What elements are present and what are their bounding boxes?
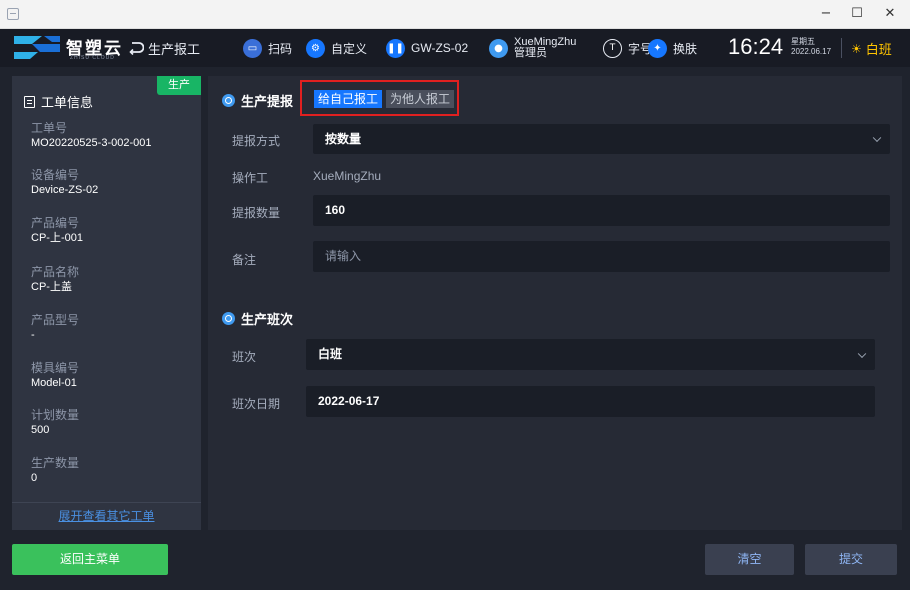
scan-icon: ▭	[243, 38, 262, 58]
status-badge: 生产	[157, 76, 201, 95]
field-label: 产品名称	[31, 265, 80, 279]
shift-date-label: 班次日期	[232, 397, 281, 411]
section-icon	[222, 312, 235, 325]
field-value: CP-上-001	[31, 232, 83, 244]
shift-label: 白班	[865, 42, 892, 57]
report-qty-value: 160	[325, 203, 346, 217]
custom-button[interactable]: ⚙ 自定义	[306, 37, 367, 59]
date: 2022.06.17	[791, 47, 832, 56]
report-method-value: 按数量	[325, 132, 362, 146]
chevron-down-icon	[857, 349, 867, 358]
remark-label: 备注	[232, 253, 257, 267]
app-window-icon	[7, 8, 19, 20]
clear-button[interactable]: 清空	[705, 544, 794, 575]
operator-value: XueMingZhu	[313, 169, 382, 183]
chevron-down-icon	[872, 133, 882, 143]
remark-input[interactable]: 请输入	[313, 241, 890, 272]
shift-select[interactable]: 白班	[306, 339, 875, 370]
window-titlebar: − ☐ ✕	[0, 0, 910, 29]
field-value: 0	[31, 472, 38, 484]
user-role: 管理员	[514, 47, 547, 59]
work-order-panel: 生产 工单信息 工单号 MO20220525-3-002-001 设备编号 De…	[12, 76, 201, 530]
user-menu[interactable]: ● XueMingZhu 管理员	[489, 37, 576, 59]
minimize-button[interactable]: −	[814, 4, 838, 24]
field-product-name: 产品名称 CP-上盖	[31, 265, 79, 295]
field-value: -	[31, 329, 35, 341]
page-title: 生产报工	[148, 41, 201, 57]
field-value: 500	[31, 424, 50, 436]
remark-placeholder: 请输入	[325, 249, 362, 263]
user-icon: ●	[489, 38, 508, 58]
tab-report-others[interactable]: 为他人报工	[386, 90, 455, 108]
field-product-model: 产品型号 -	[31, 313, 79, 343]
skin-button[interactable]: ✦ 换肤	[648, 37, 697, 59]
field-label: 产品编号	[31, 216, 80, 230]
header-divider	[841, 38, 842, 58]
field-value: MO20220525-3-002-001	[31, 137, 152, 149]
maximize-button[interactable]: ☐	[845, 4, 869, 24]
shift-value: 白班	[318, 347, 343, 361]
divider	[12, 502, 201, 503]
logo-icon	[14, 36, 60, 59]
report-qty-label: 提报数量	[232, 206, 281, 220]
field-label: 产品型号	[31, 313, 80, 327]
skin-icon: ✦	[648, 38, 667, 58]
operator-label: 操作工	[232, 171, 269, 185]
field-label: 工单号	[31, 121, 68, 135]
shift-label: 班次	[232, 350, 257, 364]
clock-time: 16:24	[728, 34, 784, 59]
field-produced-qty: 生产数量 0	[31, 456, 79, 486]
document-icon	[24, 95, 35, 108]
field-product-no: 产品编号 CP-上-001	[31, 216, 83, 246]
device-label: GW-ZS-02	[411, 41, 469, 55]
field-mold-no: 模具编号 Model-01	[31, 361, 79, 391]
app-header: 智塑云 ZHISU CLOUD 生产报工 ▭ 扫码 ⚙ 自定义 ❚❚ GW-ZS…	[0, 29, 910, 67]
field-order-no: 工单号 MO20220525-3-002-001	[31, 121, 151, 151]
field-label: 计划数量	[31, 408, 80, 422]
device-icon: ❚❚	[386, 38, 405, 58]
logo-subtext: ZHISU CLOUD	[70, 55, 115, 61]
field-device-no: 设备编号 Device-ZS-02	[31, 168, 98, 198]
work-order-title-text: 工单信息	[41, 95, 94, 110]
scan-button[interactable]: ▭ 扫码	[243, 37, 292, 59]
report-section-title-text: 生产提报	[241, 94, 294, 109]
custom-label: 自定义	[331, 41, 368, 56]
back-button[interactable]: 生产报工	[128, 38, 200, 58]
report-method-label: 提报方式	[232, 134, 281, 148]
report-method-select[interactable]: 按数量	[313, 124, 890, 154]
shift-date-value: 2022-06-17	[318, 394, 380, 408]
field-value: Device-ZS-02	[31, 184, 99, 196]
font-size-icon: T	[603, 38, 622, 58]
back-to-menu-button[interactable]: 返回主菜单	[12, 544, 168, 575]
field-value: Model-01	[31, 377, 77, 389]
field-label: 设备编号	[31, 168, 80, 182]
field-planned-qty: 计划数量 500	[31, 408, 79, 438]
work-order-title: 工单信息	[24, 92, 93, 111]
expand-other-orders-link[interactable]: 展开查看其它工单	[12, 507, 201, 524]
settings-icon: ⚙	[306, 38, 325, 58]
device-selector[interactable]: ❚❚ GW-ZS-02	[386, 37, 468, 59]
field-value: CP-上盖	[31, 281, 72, 293]
submit-button[interactable]: 提交	[805, 544, 897, 575]
scan-label: 扫码	[268, 41, 293, 56]
report-qty-input[interactable]: 160	[313, 195, 890, 226]
weekday: 星期五	[791, 37, 815, 46]
shift-date-input[interactable]: 2022-06-17	[306, 386, 875, 417]
report-section-title: 生产提报	[222, 91, 293, 110]
section-icon	[222, 94, 235, 107]
clock-date: 星期五 2022.06.17	[791, 37, 831, 57]
current-shift: ☀ 白班	[851, 39, 892, 58]
shift-section-title-text: 生产班次	[241, 312, 294, 327]
back-arrow-icon	[129, 42, 144, 55]
skin-label: 换肤	[673, 41, 698, 56]
font-size-button[interactable]: T 字号	[603, 37, 652, 59]
shift-section-title: 生产班次	[222, 309, 293, 328]
field-label: 生产数量	[31, 456, 80, 470]
close-button[interactable]: ✕	[878, 4, 902, 24]
tab-report-self[interactable]: 给自己报工	[314, 90, 383, 108]
field-label: 模具编号	[31, 361, 80, 375]
sun-icon: ☀	[851, 41, 862, 56]
